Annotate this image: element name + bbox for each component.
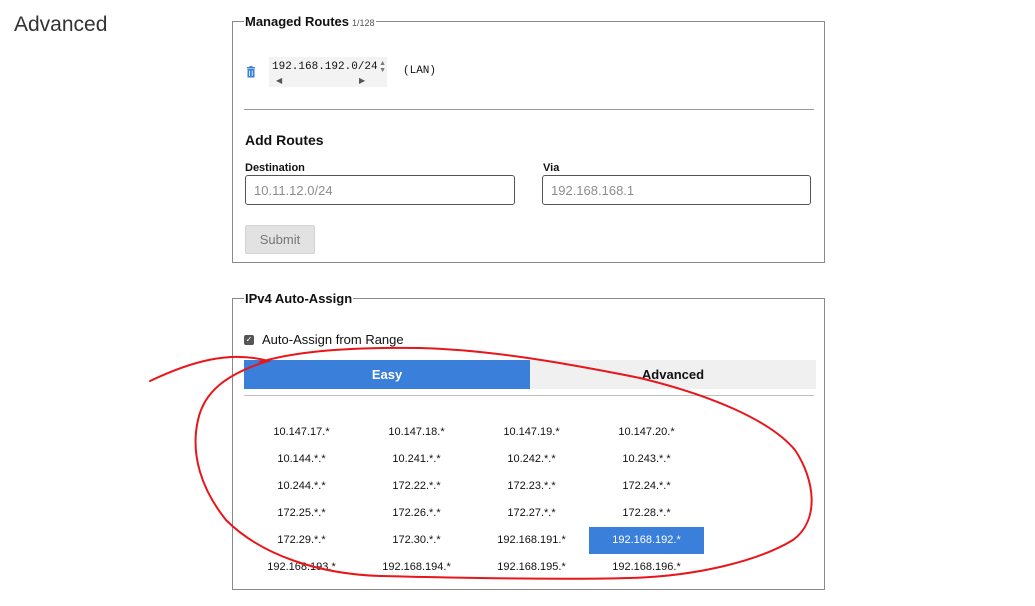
range-option[interactable]: 10.241.*.* — [359, 446, 474, 473]
scroll-right-icon[interactable]: ▶ — [359, 76, 365, 85]
range-option[interactable]: 10.242.*.* — [474, 446, 589, 473]
range-option[interactable]: 10.147.18.* — [359, 419, 474, 446]
range-grid: 10.147.17.* 10.147.18.* 10.147.19.* 10.147.… — [244, 419, 704, 581]
range-option[interactable]: 192.168.196.* — [589, 554, 704, 581]
managed-routes-legend: Managed Routes 1/128 — [244, 14, 376, 29]
route-destination: 192.168.192.0/24 — [272, 61, 378, 73]
spinner-icon[interactable]: ▲ ▼ — [379, 60, 386, 74]
range-option[interactable]: 172.24.*.* — [589, 473, 704, 500]
scroll-left-icon[interactable]: ◀ — [276, 76, 282, 85]
managed-routes-title: Managed Routes — [245, 14, 350, 29]
range-option[interactable]: 192.168.194.* — [359, 554, 474, 581]
range-option[interactable]: 172.30.*.* — [359, 527, 474, 554]
route-count: 1/128 — [352, 18, 375, 28]
route-row: 192.168.192.0/24 ▲ ▼ ◀ ▶ (LAN) — [245, 53, 545, 89]
destination-input[interactable] — [245, 175, 515, 205]
range-option[interactable]: 172.27.*.* — [474, 500, 589, 527]
route-via: (LAN) — [403, 65, 437, 77]
destination-label: Destination — [245, 162, 305, 174]
divider — [244, 109, 814, 110]
range-option[interactable]: 192.168.193.* — [244, 554, 359, 581]
auto-assign-checkbox[interactable]: ✓ — [244, 334, 254, 345]
range-option[interactable]: 172.29.*.* — [244, 527, 359, 554]
page-title: Advanced — [14, 13, 108, 36]
range-option[interactable]: 10.244.*.* — [244, 473, 359, 500]
range-option[interactable]: 172.25.*.* — [244, 500, 359, 527]
range-option[interactable]: 192.168.195.* — [474, 554, 589, 581]
range-option[interactable]: 192.168.191.* — [474, 527, 589, 554]
ipv4-legend: IPv4 Auto-Assign — [245, 291, 353, 306]
range-option[interactable]: 10.147.20.* — [589, 419, 704, 446]
ipv4-auto-assign-section: IPv4 Auto-Assign ✓ Auto-Assign from Rang… — [232, 291, 825, 590]
range-option[interactable]: 10.144.*.* — [244, 446, 359, 473]
range-option[interactable]: 10.147.19.* — [474, 419, 589, 446]
add-routes-title: Add Routes — [245, 132, 324, 148]
route-destination-field[interactable]: 192.168.192.0/24 ▲ ▼ ◀ ▶ — [269, 57, 387, 87]
tab-easy[interactable]: Easy — [244, 360, 530, 389]
range-option[interactable]: 192.168.192.* — [589, 527, 704, 554]
submit-button[interactable]: Submit — [245, 225, 315, 254]
range-option[interactable]: 10.243.*.* — [589, 446, 704, 473]
trash-icon[interactable] — [245, 66, 257, 78]
tab-divider — [244, 395, 814, 396]
managed-routes-section: Managed Routes 1/128 192.168.192.0/24 ▲ ▼ … — [232, 14, 825, 263]
via-label: Via — [543, 162, 560, 174]
range-option[interactable]: 172.26.*.* — [359, 500, 474, 527]
auto-assign-label: Auto-Assign from Range — [262, 332, 404, 347]
range-option[interactable]: 172.23.*.* — [474, 473, 589, 500]
auto-assign-checkbox-row[interactable]: ✓ Auto-Assign from Range — [244, 332, 404, 347]
range-option[interactable]: 172.28.*.* — [589, 500, 704, 527]
via-input[interactable] — [542, 175, 811, 205]
tab-advanced[interactable]: Advanced — [530, 360, 816, 389]
range-option[interactable]: 172.22.*.* — [359, 473, 474, 500]
range-option[interactable]: 10.147.17.* — [244, 419, 359, 446]
